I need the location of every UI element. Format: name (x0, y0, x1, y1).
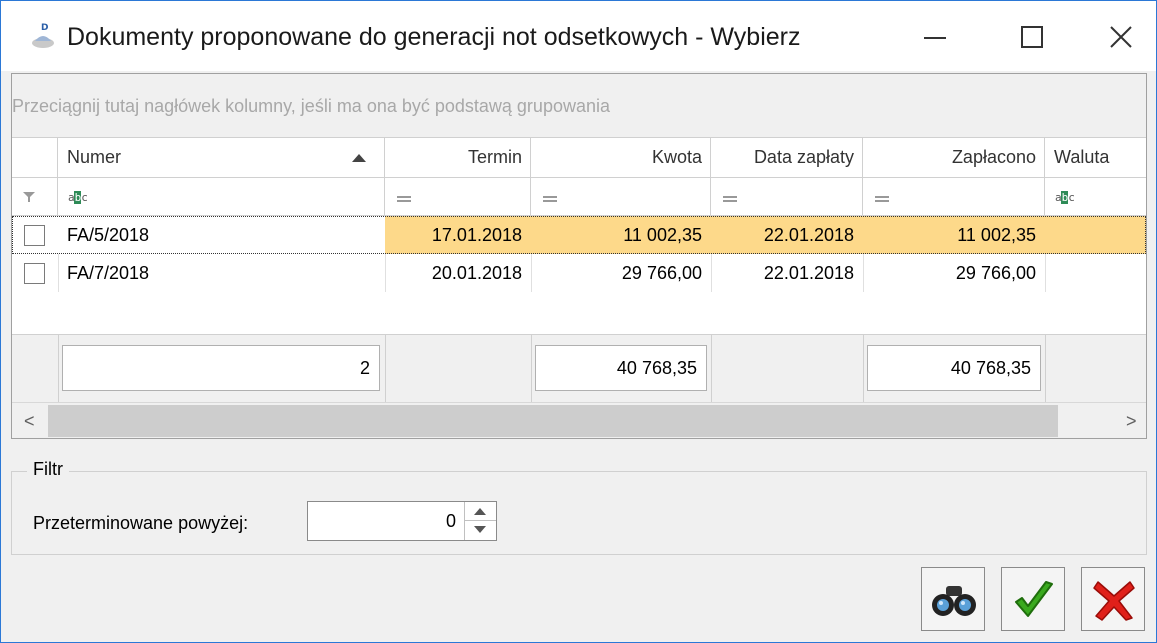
column-header-data-zaplaty[interactable]: Data zapłaty (711, 138, 863, 178)
column-header-termin[interactable]: Termin (385, 138, 531, 178)
cell-numer: FA/7/2018 (67, 263, 150, 283)
cell-zaplacono: 11 002,35 (863, 216, 1045, 254)
summary-footer: 2 40 768,35 40 768,35 (12, 334, 1146, 403)
filter-row-indicator[interactable] (12, 178, 58, 216)
filter-groupbox-legend: Filtr (27, 459, 69, 480)
column-divider (863, 254, 864, 292)
close-button[interactable] (1091, 11, 1151, 61)
cell-kwota: 11 002,35 (531, 216, 711, 254)
table-row[interactable]: FA/5/2018 17.01.2018 11 002,35 22.01.201… (12, 216, 1146, 254)
cell-data-zaplaty: 22.01.2018 (711, 216, 863, 254)
overdue-days-value[interactable]: 0 (446, 511, 456, 532)
cell-waluta (1045, 254, 1146, 292)
close-icon (1110, 26, 1132, 48)
header-indicator (12, 138, 58, 178)
row-checkbox[interactable] (24, 225, 45, 246)
svg-text:D: D (41, 23, 48, 33)
filter-row: abc abc (12, 178, 1146, 216)
equals-filter-icon (875, 196, 889, 202)
column-divider (385, 254, 386, 292)
equals-filter-icon (543, 196, 557, 202)
column-divider (711, 335, 712, 403)
title-bar: D Dokumenty proponowane do generacji not… (1, 1, 1156, 71)
scroll-right-icon[interactable]: > (1126, 411, 1137, 432)
column-header-label: Numer (67, 147, 122, 167)
maximize-button[interactable] (1001, 11, 1061, 61)
table-row[interactable]: FA/7/2018 20.01.2018 29 766,00 22.01.201… (12, 254, 1146, 292)
scrollbar-thumb[interactable] (48, 405, 1058, 437)
scroll-left-icon[interactable]: < (24, 411, 35, 432)
binoculars-icon (932, 586, 976, 616)
cell-data-zaplaty: 22.01.2018 (763, 263, 854, 283)
checkmark-icon (1015, 581, 1053, 617)
filter-cell-zaplacono[interactable] (863, 178, 1045, 216)
confirm-button[interactable] (1001, 567, 1065, 631)
dialog-window: D Dokumenty proponowane do generacji not… (0, 0, 1157, 643)
column-divider (1045, 335, 1046, 403)
filter-cell-numer[interactable]: abc (58, 178, 385, 216)
stepper-buttons (464, 502, 496, 540)
column-divider (711, 254, 712, 292)
cell-termin: 20.01.2018 (431, 263, 522, 283)
cross-icon (1093, 581, 1135, 621)
equals-filter-icon (723, 196, 737, 202)
horizontal-scrollbar[interactable]: < > (12, 402, 1146, 438)
summary-zaplacono: 40 768,35 (867, 345, 1041, 391)
summary-count: 2 (62, 345, 380, 391)
column-divider (58, 335, 59, 403)
row-select-cell[interactable] (12, 216, 58, 254)
window-title: Dokumenty proponowane do generacji not o… (67, 23, 801, 51)
text-filter-icon: abc (1055, 191, 1075, 204)
column-header-zaplacono[interactable]: Zapłacono (863, 138, 1045, 178)
cell-zaplacono: 29 766,00 (955, 263, 1036, 283)
equals-filter-icon (397, 196, 411, 202)
filter-cell-kwota[interactable] (531, 178, 711, 216)
documents-grid: Przeciągnij tutaj nagłówek kolumny, jeśl… (11, 73, 1147, 439)
app-icon: D (32, 23, 54, 48)
column-divider (863, 335, 864, 403)
column-header-numer[interactable]: Numer (58, 138, 385, 178)
stepper-down-icon[interactable] (465, 521, 496, 540)
overdue-days-label: Przeterminowane powyżej: (33, 513, 249, 533)
cell-kwota: 29 766,00 (621, 263, 702, 283)
text-filter-icon: abc (68, 191, 88, 204)
row-checkbox[interactable] (24, 263, 45, 284)
stepper-up-icon[interactable] (465, 502, 496, 521)
minimize-button[interactable] (905, 11, 965, 61)
column-divider (1045, 254, 1046, 292)
preview-button[interactable] (921, 567, 985, 631)
group-by-panel[interactable]: Przeciągnij tutaj nagłówek kolumny, jeśl… (12, 74, 1146, 138)
summary-kwota: 40 768,35 (535, 345, 707, 391)
overdue-days-stepper[interactable]: 0 (307, 501, 497, 541)
cancel-button[interactable] (1081, 567, 1145, 631)
row-select-cell[interactable] (12, 254, 58, 292)
column-divider (385, 335, 386, 403)
cell-waluta (1045, 216, 1146, 254)
column-header-row: Numer Termin Kwota Data zapłaty Zapłacon… (12, 138, 1146, 178)
filter-cell-waluta[interactable]: abc (1045, 178, 1146, 216)
column-header-kwota[interactable]: Kwota (531, 138, 711, 178)
cell-numer: FA/5/2018 (67, 225, 150, 245)
cell-termin: 17.01.2018 (385, 216, 531, 254)
column-divider (531, 254, 532, 292)
column-header-waluta[interactable]: Waluta (1045, 138, 1146, 178)
sort-ascending-icon (352, 154, 366, 162)
filter-cell-termin[interactable] (385, 178, 531, 216)
column-divider (58, 254, 59, 292)
filter-funnel-icon (23, 192, 35, 202)
group-by-hint: Przeciągnij tutaj nagłówek kolumny, jeśl… (12, 96, 610, 116)
filter-cell-data-zaplaty[interactable] (711, 178, 863, 216)
column-divider (531, 335, 532, 403)
